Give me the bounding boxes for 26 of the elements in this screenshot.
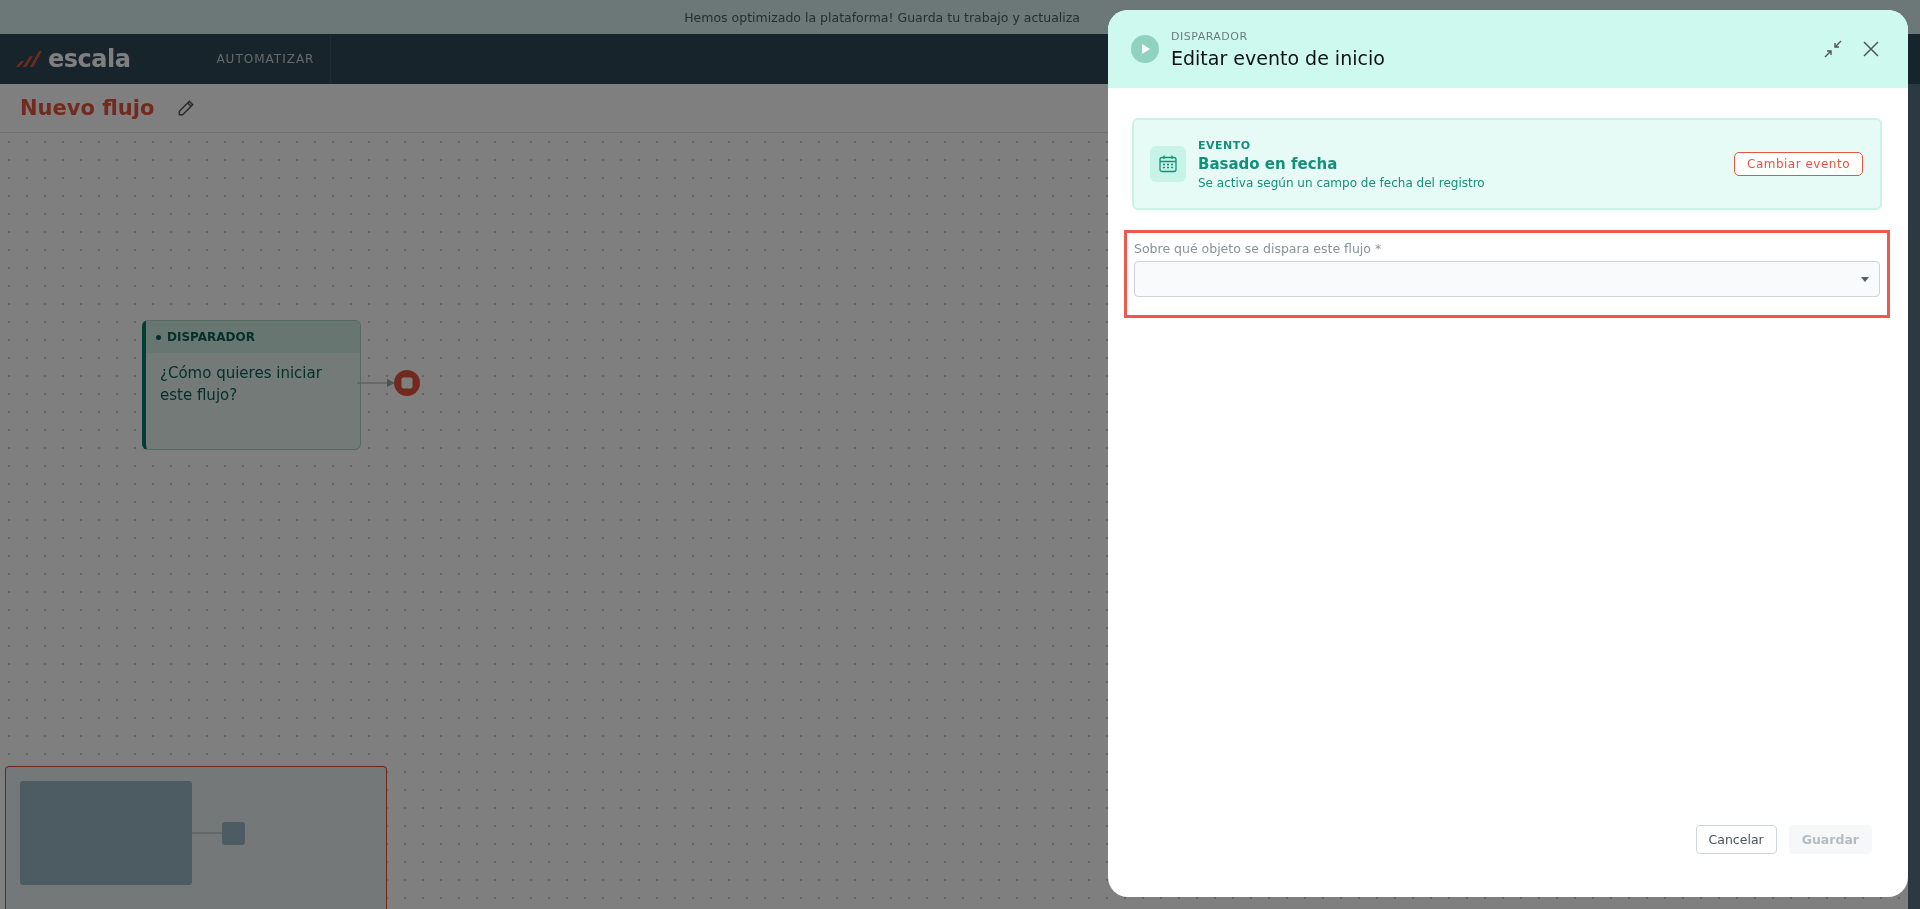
drawer-title: Editar evento de inicio	[1171, 46, 1386, 69]
field-label: Sobre qué objeto se dispara este flujo *	[1134, 241, 1383, 256]
scrollbar[interactable]	[1908, 84, 1920, 909]
event-label: EVENTO	[1198, 138, 1252, 152]
flow-title: Nuevo flujo	[20, 96, 155, 120]
minimap[interactable]	[5, 766, 387, 909]
event-description: Se activa según un campo de fecha del registro	[1198, 175, 1486, 190]
connector-arrow	[357, 379, 395, 387]
caret-icon	[1861, 276, 1869, 282]
change-event-button[interactable]: Cambiar evento	[1734, 152, 1863, 176]
event-name: Basado en fecha	[1198, 154, 1339, 173]
trigger-node[interactable]: DISPARADOR ¿Cómo quieres iniciar este flujo?	[142, 320, 361, 450]
node-text: ¿Cómo quieres iniciar este flujo?	[160, 363, 323, 406]
footer-button[interactable]: Cancelar	[1695, 825, 1777, 854]
stop-icon[interactable]	[394, 370, 420, 396]
drawer-eyebrow: DISPARADOR	[1171, 29, 1249, 43]
logo-icon	[14, 49, 44, 69]
logo-text: escala	[48, 45, 131, 73]
node-type-label: DISPARADOR	[167, 330, 255, 344]
pencil-icon[interactable]	[176, 98, 197, 118]
update-banner-text: Hemos optimizado la plataforma! Guarda tu trabajo y actualiza	[684, 9, 1080, 25]
calendar-icon	[1150, 146, 1186, 182]
play-icon	[1131, 35, 1159, 63]
nav-link[interactable]: AUTOMATIZAR	[200, 34, 332, 84]
dot-icon	[156, 334, 161, 340]
object-select[interactable]	[1134, 261, 1880, 297]
